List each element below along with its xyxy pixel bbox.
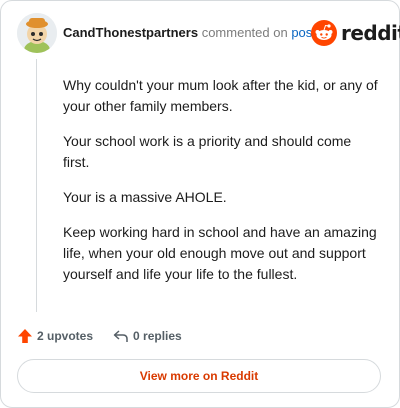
reddit-comment-card: CandThonestpartners commented on post re… [0,0,400,408]
comment-header: CandThonestpartners commented on post [63,25,316,41]
upvote-button[interactable]: 2 upvotes [17,328,93,344]
reply-button[interactable]: 0 replies [113,328,182,344]
reddit-logo[interactable]: reddit [311,19,400,47]
reply-arrow-icon [113,330,128,342]
comment-paragraph: Your school work is a priority and shoul… [63,133,352,170]
comment-body: Why couldn't your mum look after the kid… [63,75,381,299]
author-name[interactable]: CandThonestpartners [63,25,198,40]
upvote-count: 2 upvotes [37,329,94,343]
comment-paragraph: Keep working hard in school and have an … [63,224,377,282]
reddit-wordmark: reddit [341,21,400,45]
avatar-icon [17,13,57,53]
comment-paragraph: Why couldn't your mum look after the kid… [63,77,378,114]
reddit-snoo-icon [311,20,337,46]
view-more-button[interactable]: View more on Reddit [17,359,381,393]
reply-count: 0 replies [133,329,182,343]
comment-actions: 2 upvotes 0 replies [17,327,182,345]
commented-on-text: commented on [201,25,288,40]
avatar[interactable] [17,13,57,53]
thread-line [36,59,37,312]
comment-paragraph: Your is a massive AHOLE. [63,189,227,205]
upvote-arrow-icon [18,329,32,343]
